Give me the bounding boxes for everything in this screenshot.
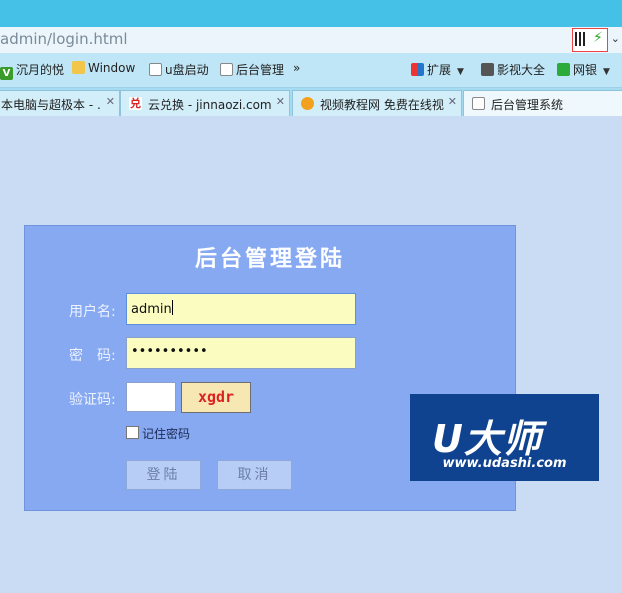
caret-down-icon: ▼ [603, 67, 610, 77]
video-icon [481, 63, 494, 76]
address-bar[interactable]: admin/login.html ⚡ ⌄ [0, 27, 622, 54]
bookmark-item[interactable]: Window [72, 61, 135, 75]
address-tools[interactable]: ⚡ [572, 28, 608, 52]
captcha-label: 验证码: [69, 392, 116, 408]
captcha-image[interactable]: xgdr [181, 382, 251, 413]
bookmark-item[interactable]: V 沉月的悦 [0, 61, 64, 80]
captcha-input[interactable] [126, 382, 176, 412]
remember-checkbox[interactable] [126, 426, 139, 439]
green-v-icon: V [0, 67, 13, 80]
tab-label: 后台管理系统 [491, 98, 564, 112]
tab-strip: 本电脑与超极本 - . ✕ 兑 云兑换 - jinnaozi.com ✕ 视频教… [0, 88, 622, 116]
video-label: 影视大全 [497, 63, 546, 77]
remember-label: 记住密码 [142, 427, 191, 441]
bank-button[interactable]: 网银 ▼ [557, 61, 610, 78]
cancel-button[interactable]: 取消 [217, 460, 292, 490]
close-icon[interactable]: ✕ [448, 95, 457, 108]
video-button[interactable]: 影视大全 [481, 61, 545, 78]
browser-tab[interactable]: 本电脑与超极本 - . ✕ [0, 90, 120, 116]
bookmark-label: u盘启动 [165, 63, 209, 77]
login-button[interactable]: 登陆 [126, 460, 201, 490]
extension-button[interactable]: 扩展 ▼ [411, 61, 464, 78]
bookmarks-more-button[interactable]: » [293, 61, 300, 75]
close-icon[interactable]: ✕ [106, 95, 115, 108]
page-icon [149, 63, 162, 76]
login-title: 后台管理登陆 [194, 247, 345, 272]
browser-tab[interactable]: 视频教程网 免费在线视 ✕ [292, 90, 462, 116]
bookmark-item[interactable]: 后台管理 [220, 61, 284, 78]
bookmark-label: Window [88, 61, 136, 75]
chevron-down-icon[interactable]: ⌄ [611, 32, 620, 45]
extension-label: 扩展 [427, 63, 452, 77]
username-label: 用户名: [69, 304, 116, 320]
bookmark-label: 沉月的悦 [16, 63, 65, 77]
remember-password[interactable]: 记住密码 [126, 425, 190, 442]
bank-icon [557, 63, 570, 76]
udashi-watermark: U大师 www.udashi.com [410, 394, 599, 481]
password-value: •••••••••• [131, 344, 208, 359]
address-text[interactable]: admin/login.html [0, 30, 128, 48]
browser-tab-active[interactable]: 后台管理系统 [463, 90, 622, 116]
video-favicon-icon [301, 97, 314, 110]
username-field[interactable]: admin [126, 293, 356, 325]
caret-down-icon: ▼ [457, 67, 464, 77]
bank-label: 网银 [573, 63, 598, 77]
udashi-logo: U大师 [432, 417, 542, 461]
extension-icon [411, 63, 424, 76]
close-icon[interactable]: ✕ [276, 95, 285, 108]
jinnaozi-favicon-icon: 兑 [129, 97, 142, 110]
udashi-url: www.udashi.com [442, 456, 567, 471]
qr-code-icon[interactable] [575, 32, 587, 46]
bookmark-item[interactable]: u盘启动 [149, 61, 209, 78]
browser-tab[interactable]: 兑 云兑换 - jinnaozi.com ✕ [120, 90, 290, 116]
page-icon [220, 63, 233, 76]
tab-label: 云兑换 - jinnaozi.com [148, 98, 272, 112]
lightning-icon[interactable]: ⚡ [593, 30, 603, 46]
text-cursor [171, 300, 173, 315]
tab-label: 视频教程网 免费在线视 [320, 98, 444, 112]
bookmarks-bar: V 沉月的悦 Window u盘启动 后台管理 » 扩展 ▼ 影视大全 网银 ▼ [0, 53, 622, 88]
browser-title-bar [0, 0, 622, 27]
username-value: admin [131, 302, 172, 317]
folder-icon [72, 61, 85, 74]
tab-label: 本电脑与超极本 - . [1, 98, 101, 112]
password-field[interactable]: •••••••••• [126, 337, 356, 369]
bookmark-label: 后台管理 [236, 63, 285, 77]
page-icon [472, 97, 485, 110]
password-label: 密 码: [69, 348, 116, 364]
